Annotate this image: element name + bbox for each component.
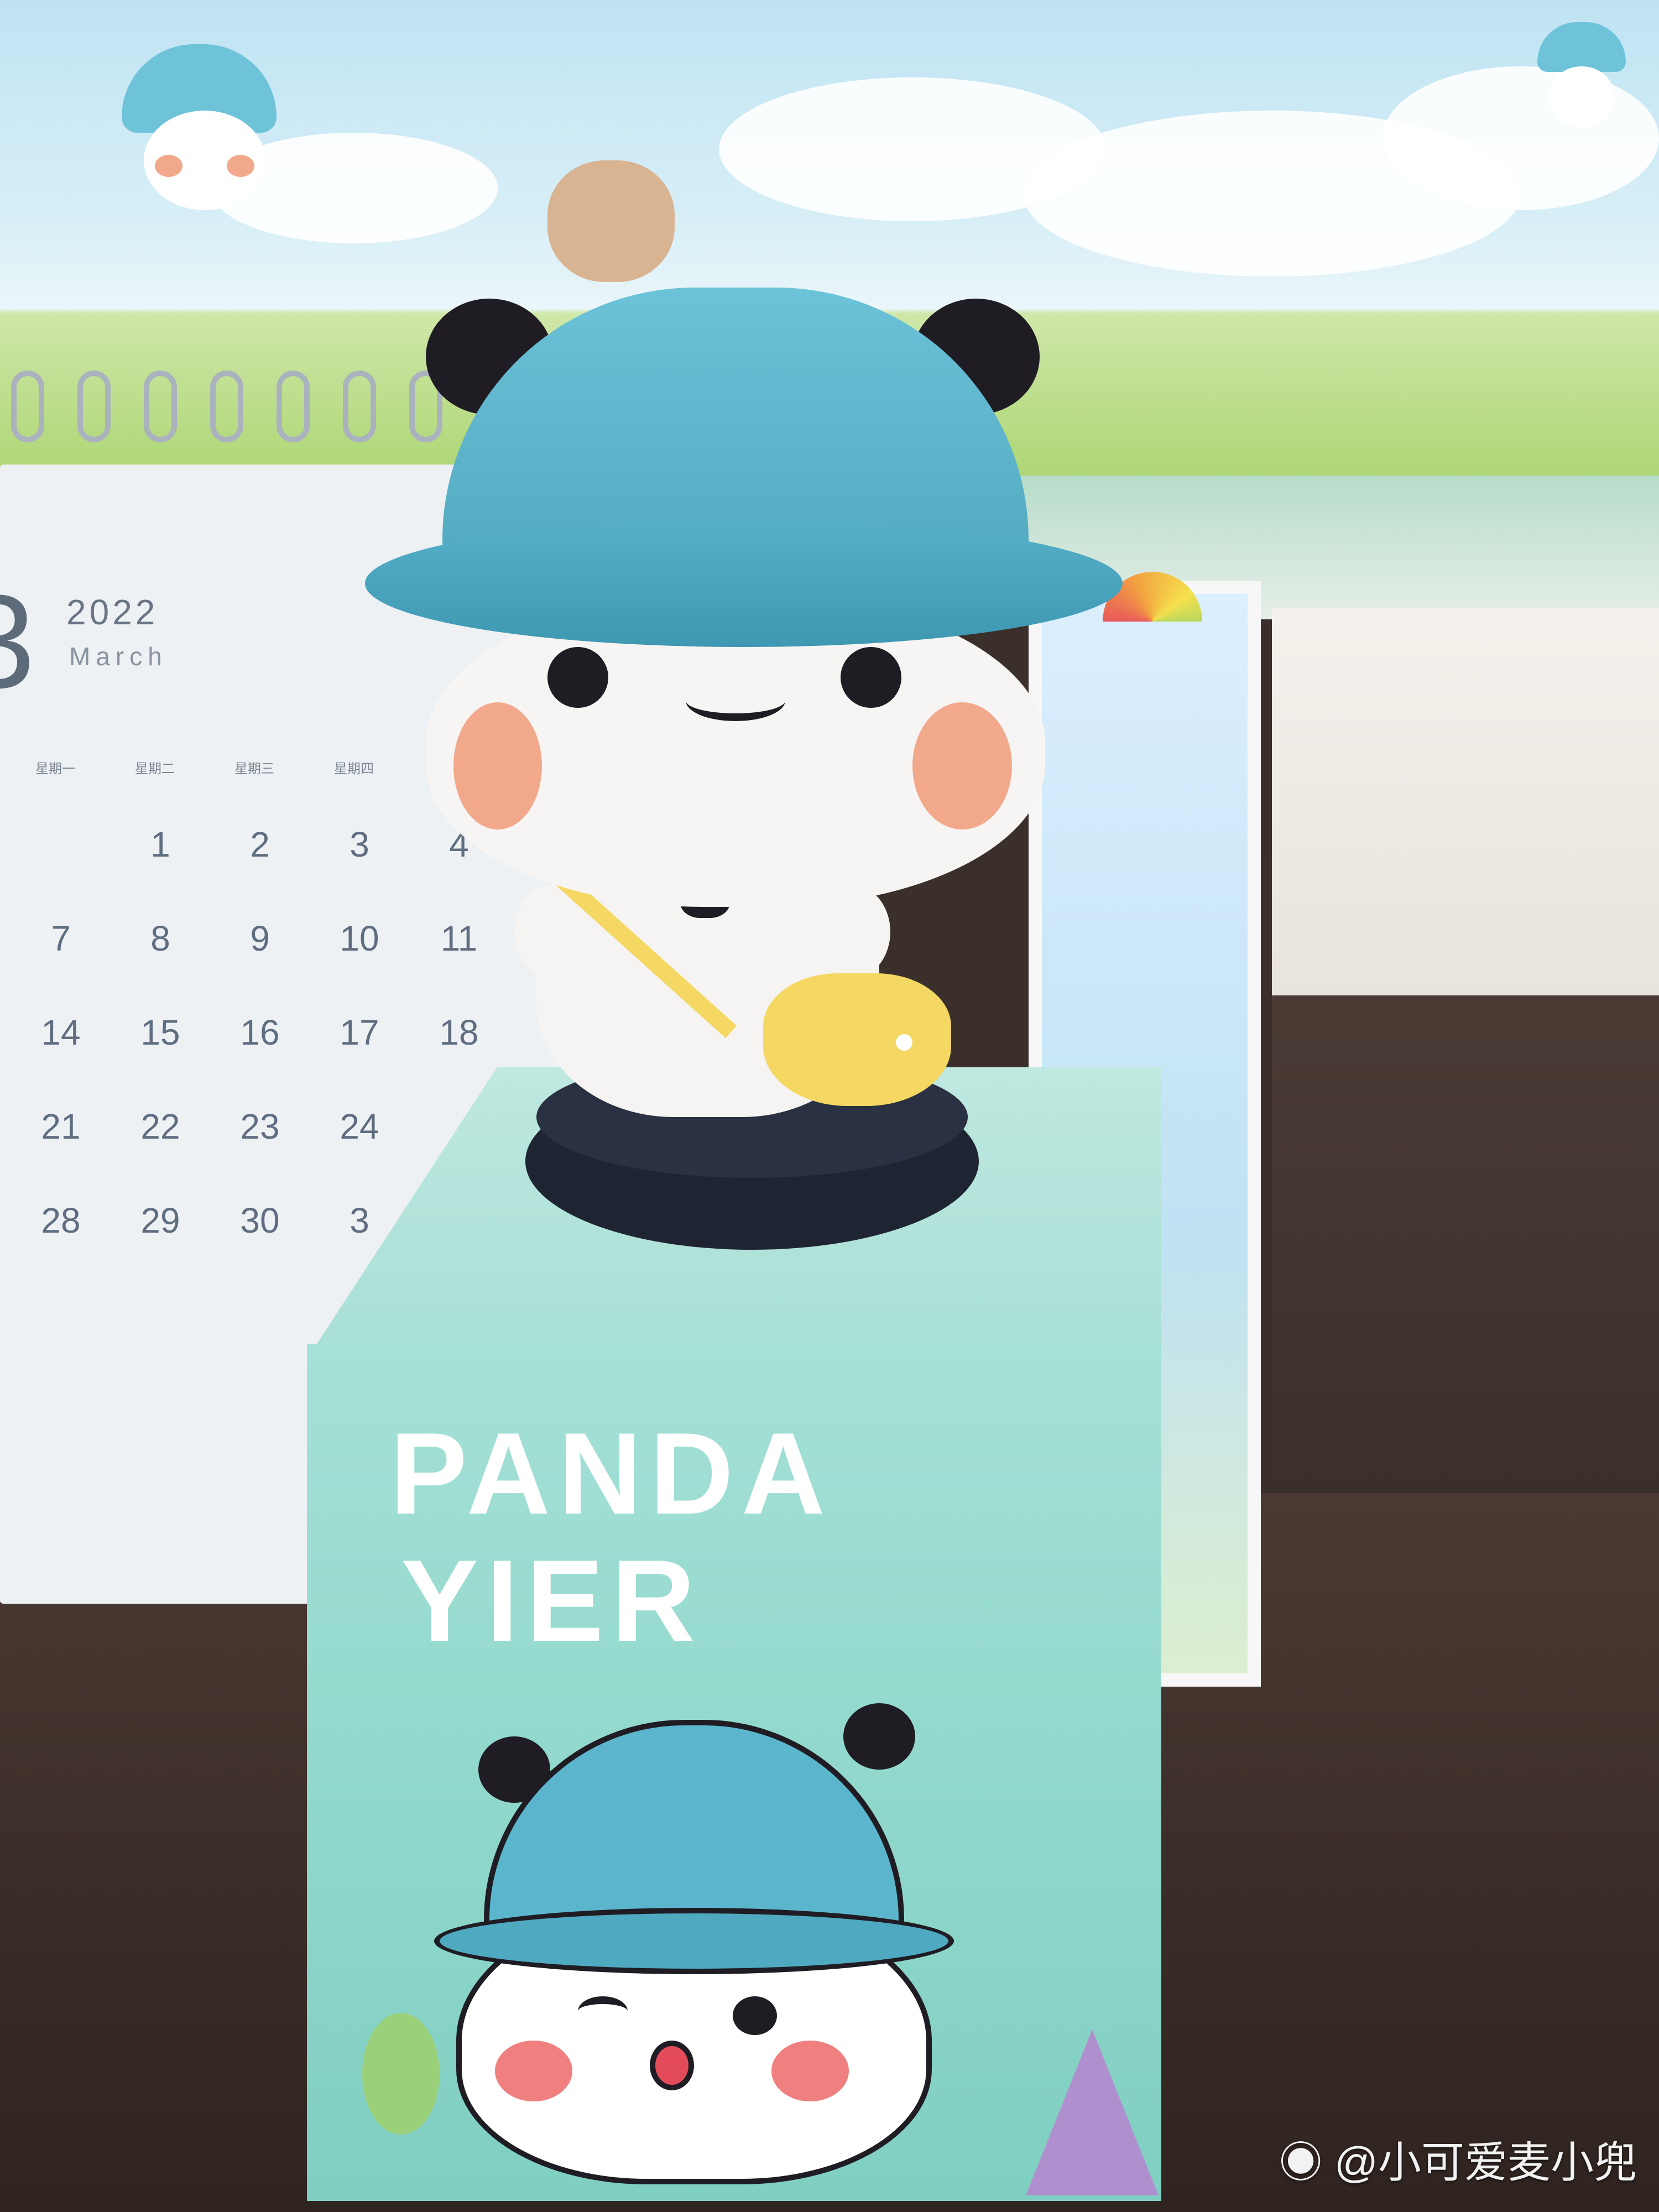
box-purple-triangle bbox=[1026, 2030, 1159, 2195]
monitor-stand bbox=[1272, 995, 1659, 1493]
calendar-day: 30 bbox=[240, 1201, 280, 1240]
figurine-hat-brim bbox=[365, 520, 1123, 647]
wallpaper-panda bbox=[111, 33, 288, 243]
weibo-watermark: ◉ @小可爱麦小兜 bbox=[1279, 2128, 1637, 2190]
calendar-day: 28 bbox=[41, 1201, 81, 1240]
calendar-weekday-row: 星期一 星期二 星期三 星期四 bbox=[22, 758, 387, 777]
figurine-cheek-left bbox=[453, 702, 542, 830]
weekday-label: 星期一 bbox=[35, 761, 75, 776]
calendar-day: 22 bbox=[140, 1107, 180, 1146]
panda-figurine bbox=[354, 282, 1123, 1277]
box-green-dot bbox=[362, 2013, 440, 2135]
calendar-day: 7 bbox=[51, 919, 71, 958]
figurine-eye-left bbox=[547, 647, 608, 708]
calendar-day: 14 bbox=[41, 1013, 81, 1052]
watermark-handle: @小可爱麦小兜 bbox=[1334, 2138, 1637, 2187]
calendar-day: 15 bbox=[140, 1013, 180, 1052]
weibo-icon: ◉ bbox=[1279, 2138, 1323, 2187]
calendar-day: 8 bbox=[150, 919, 170, 958]
calendar-day: 23 bbox=[240, 1107, 280, 1146]
back-wall bbox=[1272, 608, 1659, 995]
figurine-mouth bbox=[686, 680, 785, 721]
calendar-month-name: March bbox=[69, 642, 168, 671]
calendar-day: 21 bbox=[41, 1107, 81, 1146]
calendar-day: 16 bbox=[240, 1013, 280, 1052]
figurine-eye-right bbox=[841, 647, 901, 708]
calendar-day: 2 bbox=[250, 825, 270, 864]
wallpaper-bear bbox=[547, 160, 675, 282]
wallpaper-panda-small bbox=[1532, 22, 1631, 144]
calendar-day: 1 bbox=[150, 825, 170, 864]
figurine-cheek-right bbox=[912, 702, 1012, 830]
yellow-bag bbox=[763, 973, 951, 1106]
calendar-day: 9 bbox=[250, 919, 270, 958]
calendar-day: 29 bbox=[140, 1201, 180, 1240]
panda-yier-box: PANDA YIER bbox=[307, 1344, 1161, 2201]
calendar-month-number: 3 bbox=[0, 575, 35, 708]
box-panda-illustration bbox=[412, 1687, 965, 2201]
weekday-label: 星期二 bbox=[135, 761, 175, 776]
calendar-day bbox=[11, 824, 111, 918]
calendar-year: 2022 bbox=[66, 592, 159, 632]
box-brand-line2: YIER bbox=[401, 1536, 703, 1666]
box-brand-line1: PANDA bbox=[390, 1408, 833, 1538]
weekday-label: 星期三 bbox=[234, 761, 274, 776]
